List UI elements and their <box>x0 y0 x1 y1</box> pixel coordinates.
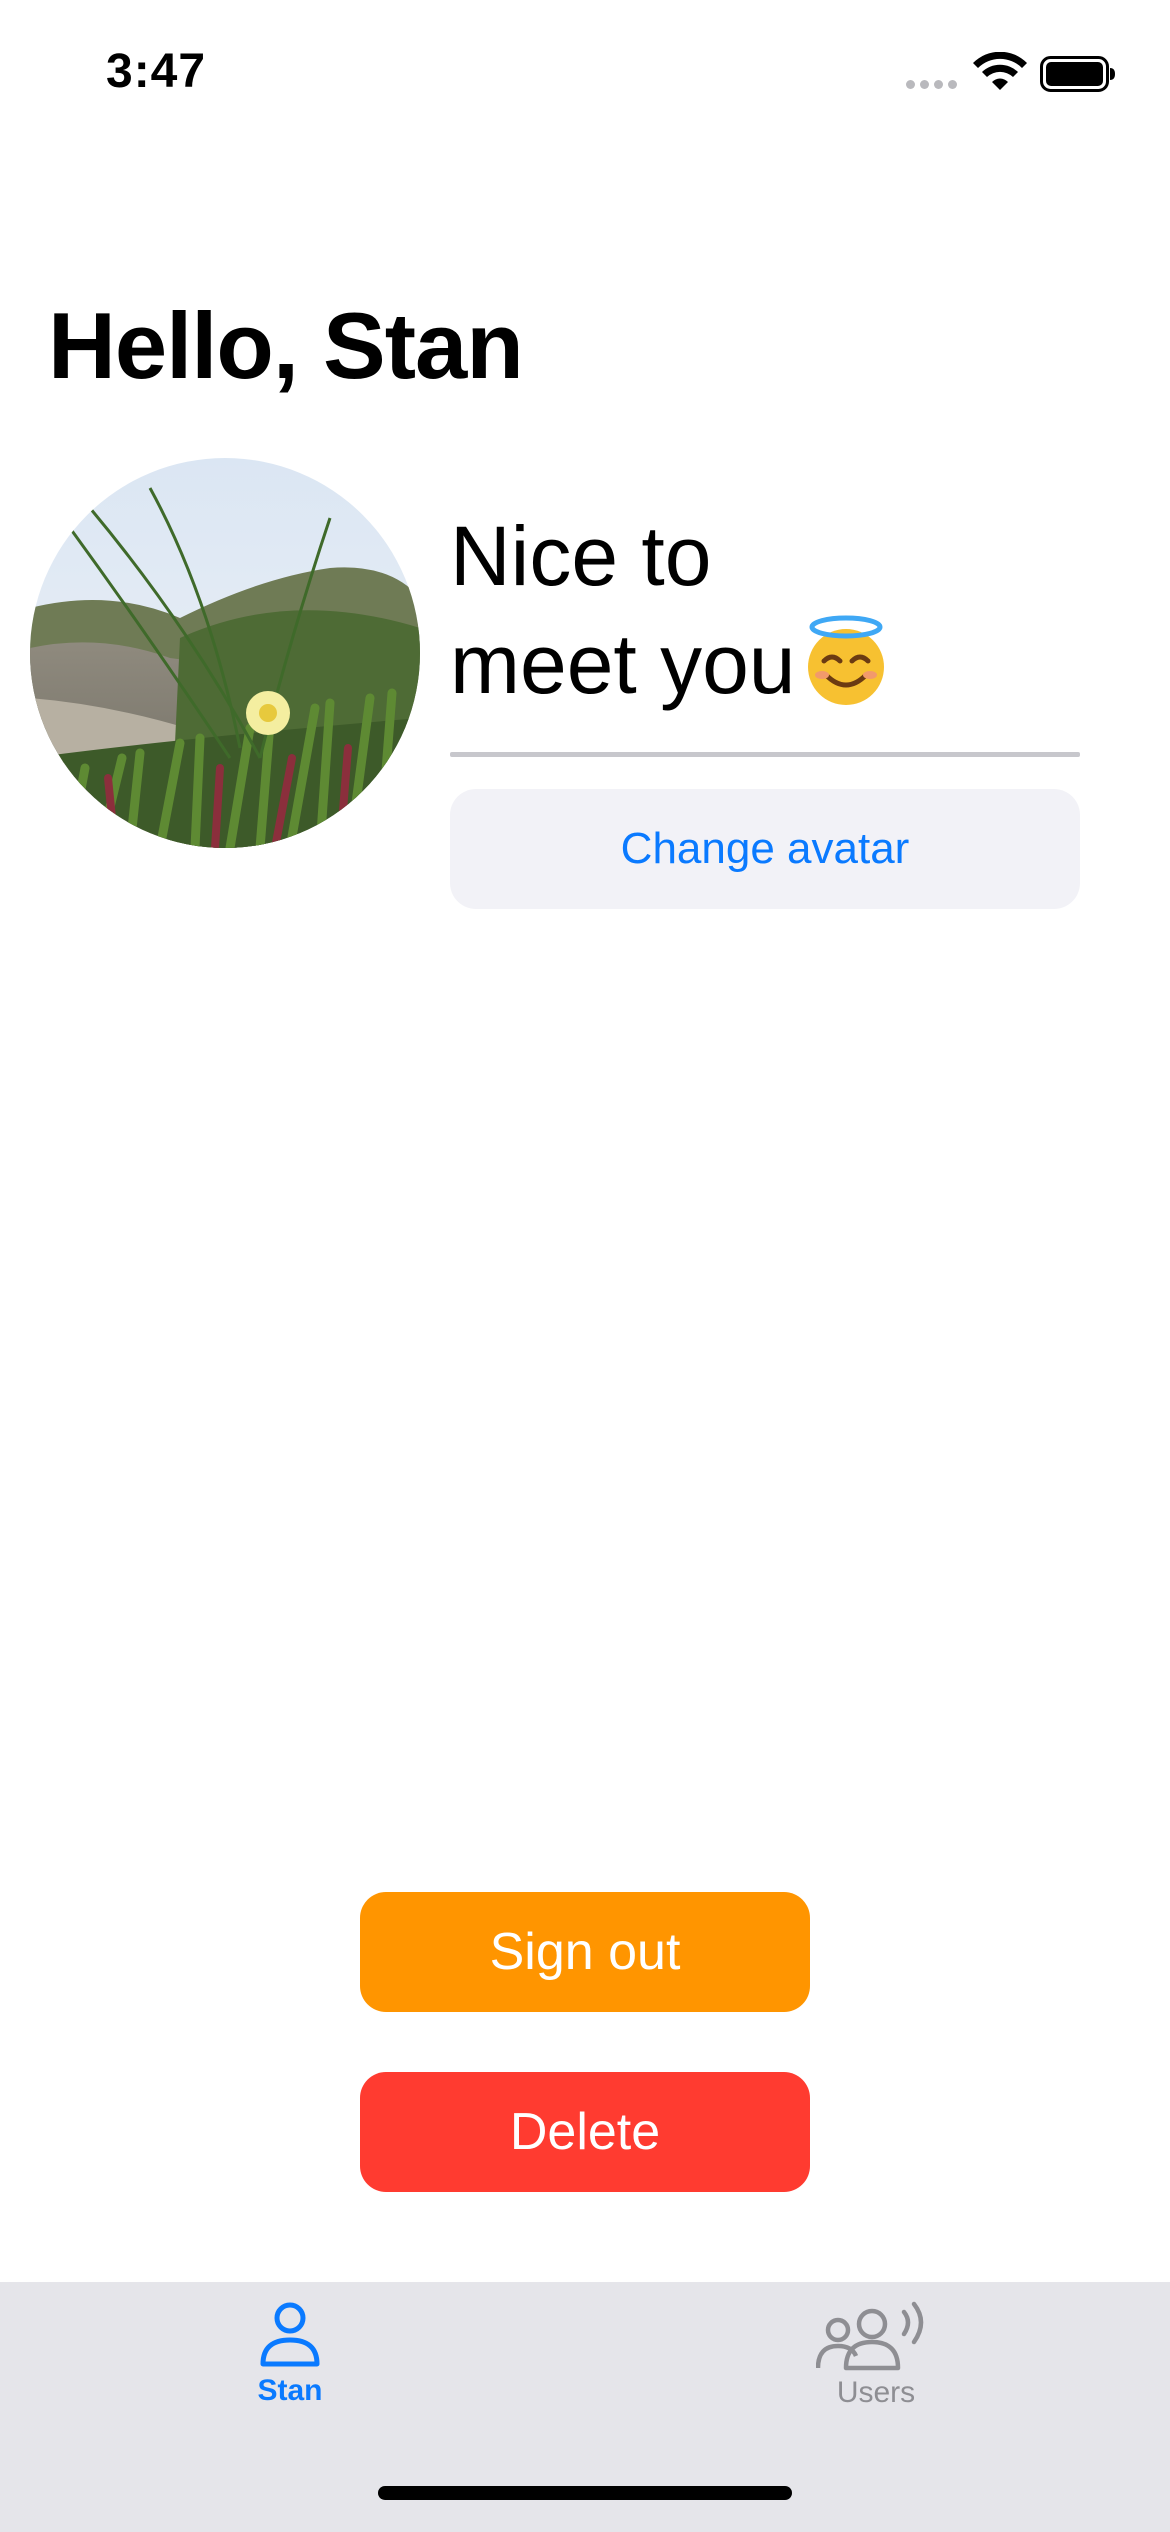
tab-users-label: Users <box>836 2376 916 2409</box>
status-time: 3:47 <box>106 45 207 98</box>
divider <box>450 752 1080 757</box>
battery-icon <box>1040 56 1115 92</box>
avatar-photo <box>30 458 420 848</box>
person-icon <box>260 2302 320 2367</box>
welcome-line-1: Nice to <box>450 509 712 603</box>
tab-stan-label: Stan <box>257 2374 323 2407</box>
delete-button[interactable]: Delete <box>360 2072 810 2192</box>
welcome-message: Nice to meet you <box>450 502 1090 718</box>
status-bar: 3:47 <box>0 0 1170 140</box>
tab-users[interactable]: Users <box>726 2282 1026 2432</box>
avatar[interactable] <box>30 458 420 848</box>
tab-stan[interactable]: Stan <box>140 2282 440 2432</box>
welcome-line-2: meet you <box>450 617 796 711</box>
halo-smiling-face-emoji <box>807 615 884 705</box>
sign-out-button[interactable]: Sign out <box>360 1892 810 2012</box>
page-title: Hello, Stan <box>48 293 524 398</box>
cellular-signal-icon <box>906 80 957 89</box>
profile-screen: 3:47 Hello, Stan Nice to meet you Change… <box>0 0 1170 2532</box>
change-avatar-button[interactable]: Change avatar <box>450 789 1080 909</box>
wifi-icon <box>973 52 1027 90</box>
home-indicator[interactable] <box>378 2486 792 2500</box>
users-broadcast-icon <box>816 2301 924 2371</box>
